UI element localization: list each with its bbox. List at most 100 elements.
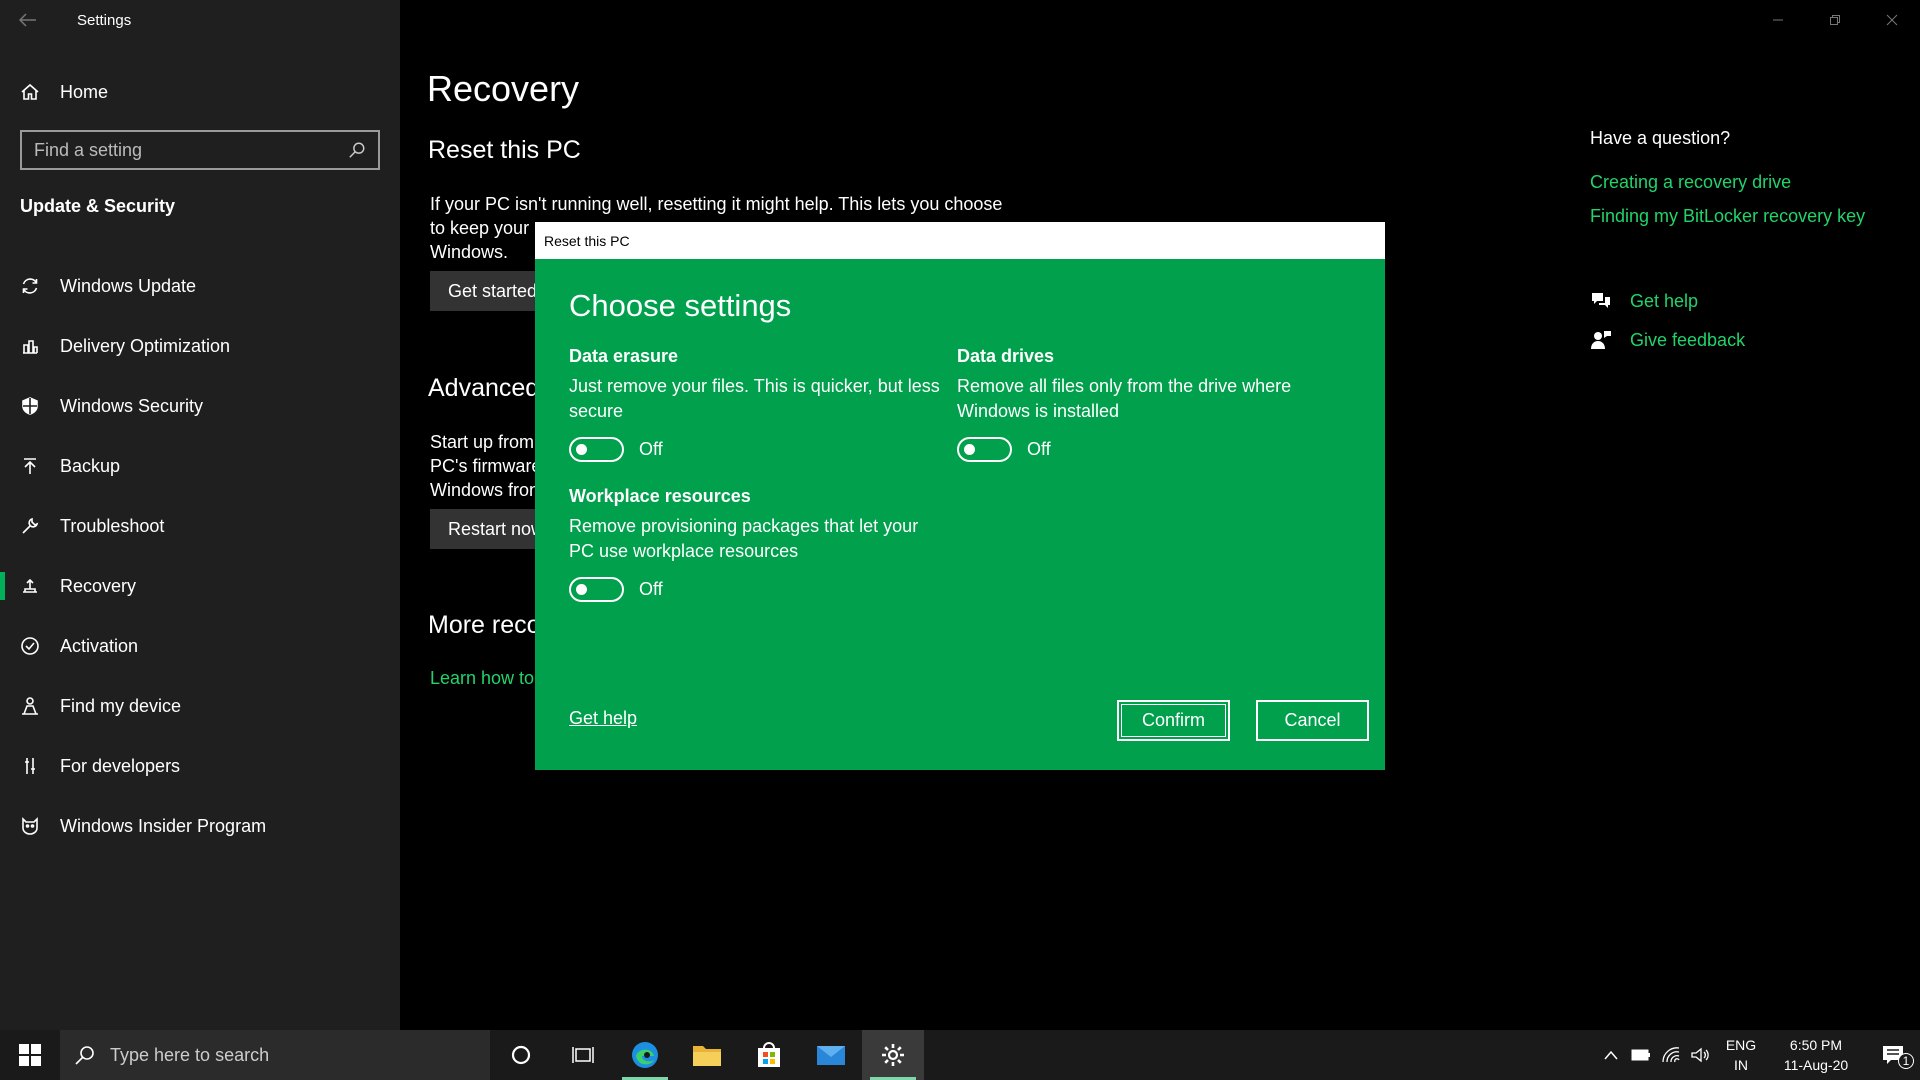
get-help-link[interactable]: Get help xyxy=(1630,291,1698,312)
mail-button[interactable] xyxy=(800,1030,862,1080)
workplace-resources-toggle-row[interactable]: Off xyxy=(569,577,663,602)
learn-how-link[interactable]: Learn how to xyxy=(430,668,534,689)
insider-cat-icon xyxy=(20,816,40,836)
sidebar-item-label: Delivery Optimization xyxy=(60,335,231,356)
sidebar-item-find-my-device[interactable]: Find my device xyxy=(0,676,400,736)
sidebar-item-activation[interactable]: Activation xyxy=(0,616,400,676)
data-erasure-toggle-row[interactable]: Off xyxy=(569,437,663,462)
folder-icon xyxy=(693,1046,721,1066)
gear-icon xyxy=(882,1044,904,1066)
title-bar: Settings xyxy=(0,0,400,40)
sidebar-item-label: Windows Security xyxy=(60,395,204,416)
search-input[interactable] xyxy=(34,139,334,161)
edge-taskbar-button[interactable] xyxy=(614,1030,676,1080)
developer-sliders-icon xyxy=(20,756,40,776)
data-drives-description-line: Windows is installed xyxy=(957,401,1120,421)
check-circle-icon xyxy=(20,636,40,656)
toggle-knob xyxy=(964,444,975,455)
windows-logo-icon xyxy=(19,1044,41,1066)
sidebar-item-home[interactable]: Home xyxy=(0,72,400,112)
action-center-button[interactable]: 1 xyxy=(1866,1045,1920,1069)
person-pin-icon xyxy=(20,696,40,716)
close-icon xyxy=(1886,14,1897,26)
shield-icon xyxy=(20,396,40,416)
sync-icon xyxy=(20,276,40,296)
toggle-state-label: Off xyxy=(639,439,663,459)
data-erasure-description-line: Just remove your files. This is quicker,… xyxy=(569,376,940,396)
start-button[interactable] xyxy=(0,1030,60,1080)
reset-heading: Reset this PC xyxy=(428,136,581,164)
feedback-person-icon xyxy=(1591,331,1611,349)
system-tray: ENG IN 6:50 PM 11-Aug-20 1 xyxy=(1596,1030,1920,1080)
store-button[interactable] xyxy=(738,1030,800,1080)
battery-button[interactable] xyxy=(1626,1049,1656,1061)
clock-button[interactable]: 6:50 PM 11-Aug-20 xyxy=(1766,1035,1866,1075)
sidebar-item-delivery-optimization[interactable]: Delivery Optimization xyxy=(0,316,400,376)
data-erasure-toggle[interactable] xyxy=(569,437,624,462)
data-drives-title: Data drives xyxy=(957,346,1055,366)
data-erasure-description-line: secure xyxy=(569,401,624,421)
close-button[interactable] xyxy=(1863,0,1920,40)
sidebar-item-label: Home xyxy=(60,81,109,102)
volume-button[interactable] xyxy=(1686,1047,1716,1063)
toggle-knob xyxy=(576,444,587,455)
battery-icon xyxy=(1631,1049,1650,1061)
data-drives-toggle[interactable] xyxy=(957,437,1012,462)
network-button[interactable] xyxy=(1656,1047,1686,1063)
minimize-button[interactable] xyxy=(1749,0,1806,40)
sidebar: Settings Home Update & Security Windows … xyxy=(0,0,400,1030)
settings-taskbar-button[interactable] xyxy=(862,1030,924,1080)
page-title: Recovery xyxy=(427,68,580,109)
reset-dialog: Reset this PC Choose settings Data erasu… xyxy=(535,222,1385,770)
chat-help-icon xyxy=(1592,293,1610,308)
bitlocker-key-link[interactable]: Finding my BitLocker recovery key xyxy=(1590,206,1865,227)
delivery-icon xyxy=(20,336,40,356)
window-controls xyxy=(1749,0,1920,40)
taskbar-search-box[interactable]: Type here to search xyxy=(60,1030,490,1080)
sidebar-item-backup[interactable]: Backup xyxy=(0,436,400,496)
confirm-button[interactable]: Confirm xyxy=(1117,700,1230,741)
sidebar-item-for-developers[interactable]: For developers xyxy=(0,736,400,796)
workplace-resources-description: Remove provisioning packages that let yo… xyxy=(569,514,949,564)
dialog-get-help-link[interactable]: Get help xyxy=(569,708,637,729)
workplace-resources-title: Workplace resources xyxy=(569,486,751,506)
get-help-row[interactable]: Get help xyxy=(1590,290,1698,312)
task-view-button[interactable] xyxy=(552,1030,614,1080)
back-arrow-icon xyxy=(19,13,36,27)
workplace-resources-toggle[interactable] xyxy=(569,577,624,602)
sidebar-item-windows-security[interactable]: Windows Security xyxy=(0,376,400,436)
dialog-title-bar: Reset this PC xyxy=(535,222,1385,259)
toggle-knob xyxy=(576,584,587,595)
cortana-button[interactable] xyxy=(490,1030,552,1080)
sidebar-item-troubleshoot[interactable]: Troubleshoot xyxy=(0,496,400,556)
more-recovery-heading: More reco xyxy=(428,611,541,639)
region-code: IN xyxy=(1734,1057,1748,1073)
search-setting-field[interactable] xyxy=(20,130,380,170)
show-hidden-icons-button[interactable] xyxy=(1596,1050,1626,1060)
upload-arrow-icon xyxy=(20,456,40,476)
sidebar-item-windows-insider[interactable]: Windows Insider Program xyxy=(0,796,400,856)
recovery-icon xyxy=(20,576,40,596)
file-explorer-button[interactable] xyxy=(676,1030,738,1080)
cancel-button[interactable]: Cancel xyxy=(1256,700,1369,741)
sidebar-item-windows-update[interactable]: Windows Update xyxy=(0,256,400,316)
data-erasure-description: Just remove your files. This is quicker,… xyxy=(569,374,949,424)
sidebar-item-label: Troubleshoot xyxy=(60,515,165,536)
data-drives-toggle-row[interactable]: Off xyxy=(957,437,1051,462)
restore-button[interactable] xyxy=(1806,0,1863,40)
edge-browser-icon xyxy=(632,1042,658,1068)
taskbar-search-placeholder: Type here to search xyxy=(110,1044,270,1065)
input-language-button[interactable]: ENG IN xyxy=(1716,1035,1766,1075)
sidebar-item-label: Recovery xyxy=(60,575,137,596)
notification-count-badge: 1 xyxy=(1898,1053,1914,1069)
give-feedback-link[interactable]: Give feedback xyxy=(1630,330,1745,351)
give-feedback-row[interactable]: Give feedback xyxy=(1590,329,1745,351)
search-icon xyxy=(75,1046,94,1065)
toggle-state-label: Off xyxy=(639,579,663,599)
creating-recovery-drive-link[interactable]: Creating a recovery drive xyxy=(1590,172,1791,193)
restore-icon xyxy=(1829,15,1840,25)
back-button[interactable] xyxy=(0,0,56,40)
sidebar-item-recovery[interactable]: Recovery xyxy=(0,556,400,616)
advanced-heading: Advanced xyxy=(428,374,540,402)
sidebar-item-label: Windows Update xyxy=(60,275,197,296)
